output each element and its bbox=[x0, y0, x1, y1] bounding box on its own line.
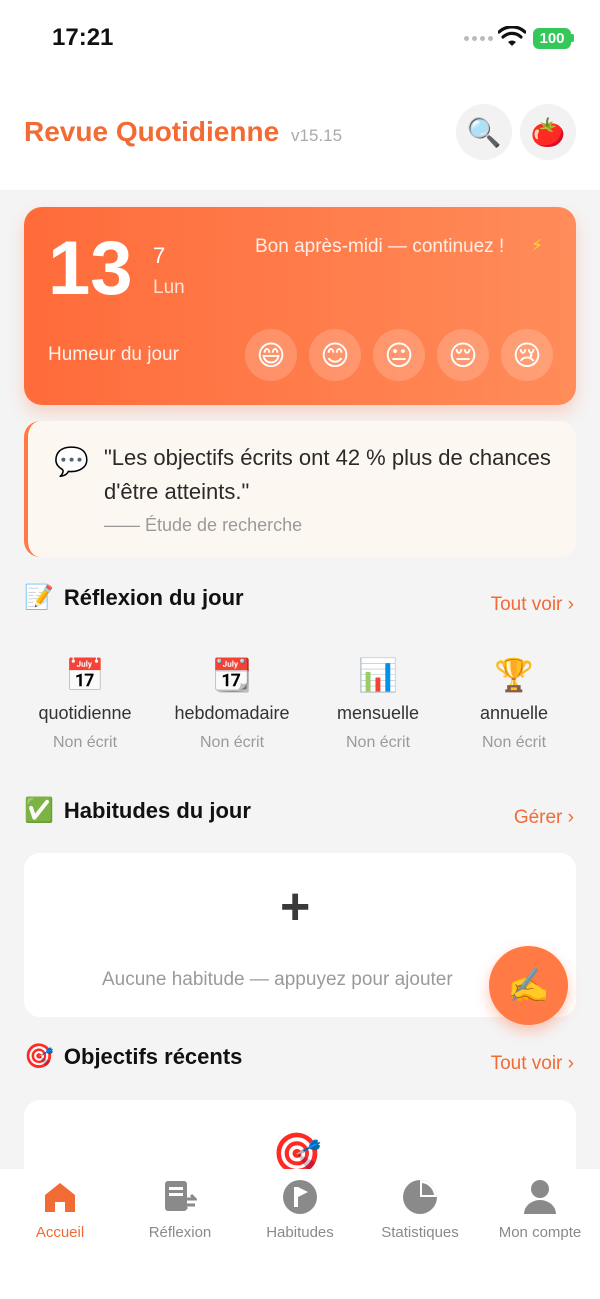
status-time: 17:21 bbox=[52, 24, 114, 51]
search-icon: 🔍 bbox=[466, 116, 502, 148]
tab-habits-label: Habitudes bbox=[266, 1224, 334, 1241]
tab-statistics[interactable]: Statistiques bbox=[360, 1177, 480, 1241]
speech-bubble-icon: 💬 bbox=[54, 446, 89, 477]
write-fab-button[interactable]: ✍️ bbox=[489, 946, 568, 1025]
tab-reflection[interactable]: Réflexion bbox=[120, 1177, 240, 1241]
mood-happy-button[interactable]: 😊 bbox=[309, 329, 361, 381]
tab-account-label: Mon compte bbox=[498, 1224, 582, 1241]
trophy-icon: 🏆 bbox=[494, 657, 534, 693]
mood-crying-button[interactable]: 😢 bbox=[501, 329, 553, 381]
reflection-monthly[interactable]: 📊 mensuelle Non écrit bbox=[303, 655, 453, 752]
tab-account[interactable]: Mon compte bbox=[480, 1177, 600, 1241]
mood-sad-button[interactable]: 😔 bbox=[437, 329, 489, 381]
date-mood-card: 13 7 Lun Bon après-midi — continuez ! ⚡ … bbox=[24, 207, 576, 405]
user-icon bbox=[520, 1177, 560, 1217]
writing-hand-icon: ✍️ bbox=[507, 966, 550, 1005]
goals-see-all-link[interactable]: Tout voir › bbox=[491, 1053, 574, 1075]
app-title: Revue Quotidienne bbox=[24, 116, 280, 147]
quote-card: 💬 "Les objectifs écrits ont 42 % plus de… bbox=[24, 421, 576, 557]
target-icon: 🎯 bbox=[24, 1043, 54, 1070]
mood-label: Humeur du jour bbox=[48, 344, 179, 365]
reflection-yearly-label: annuelle bbox=[479, 703, 549, 723]
reflection-icon bbox=[160, 1177, 200, 1217]
status-bar: 17:21 100 bbox=[0, 0, 600, 80]
reflection-yearly[interactable]: 🏆 annuelle Non écrit bbox=[439, 655, 589, 752]
mood-very-happy-button[interactable]: 😄 bbox=[245, 329, 297, 381]
bolt-icon: ⚡ bbox=[531, 236, 543, 255]
habits-section-title: ✅ Habitudes du jour bbox=[24, 796, 251, 825]
pie-chart-icon bbox=[400, 1177, 440, 1217]
calendar-icon: 📅 bbox=[65, 657, 105, 693]
habits-empty-text: Aucune habitude — appuyez pour ajouter bbox=[102, 969, 453, 990]
app-version: v15.15 bbox=[291, 126, 343, 145]
reflection-monthly-status: Non écrit bbox=[345, 734, 411, 751]
wifi-icon bbox=[498, 26, 526, 46]
goals-title: Objectifs récents bbox=[63, 1043, 243, 1069]
reflection-daily-status: Non écrit bbox=[52, 734, 118, 751]
reflection-weekly-label: hebdomadaire bbox=[174, 703, 290, 723]
hero-day: 13 bbox=[48, 226, 133, 311]
memo-icon: 📝 bbox=[24, 584, 54, 611]
signal-icon bbox=[464, 36, 493, 41]
reflection-monthly-label: mensuelle bbox=[336, 703, 420, 723]
reflection-yearly-status: Non écrit bbox=[481, 734, 547, 751]
reflection-daily[interactable]: 📅 quotidienne Non écrit bbox=[10, 655, 160, 752]
bottom-tab-bar: Accueil Réflexion Habitudes Statistiques… bbox=[0, 1169, 600, 1299]
reflection-see-all-link[interactable]: Tout voir › bbox=[491, 594, 574, 616]
habits-icon bbox=[280, 1177, 320, 1217]
quote-source: —— Étude de recherche bbox=[104, 515, 303, 535]
tab-home[interactable]: Accueil bbox=[0, 1177, 120, 1241]
tab-reflection-label: Réflexion bbox=[148, 1224, 212, 1241]
reflection-section-title: 📝 Réflexion du jour bbox=[24, 583, 244, 612]
spiral-calendar-icon: 📆 bbox=[212, 657, 252, 693]
check-mark-icon: ✅ bbox=[24, 797, 54, 824]
plus-icon: + bbox=[280, 878, 311, 936]
reflection-daily-label: quotidienne bbox=[38, 703, 132, 723]
hero-month: 7 bbox=[153, 243, 166, 268]
hero-weekday: Lun bbox=[153, 277, 185, 298]
quote-text: "Les objectifs écrits ont 42 % plus de c… bbox=[104, 445, 551, 504]
avatar-button[interactable]: 🍅 bbox=[520, 104, 576, 160]
reflection-weekly-status: Non écrit bbox=[199, 734, 265, 751]
battery-icon: 100 bbox=[533, 28, 571, 49]
reflection-grid: 📅 quotidienne Non écrit 📆 hebdomadaire N… bbox=[0, 655, 600, 765]
mood-neutral-button[interactable]: 😐 bbox=[373, 329, 425, 381]
app-header: Revue Quotidienne v15.15 🔍 🍅 bbox=[0, 80, 600, 190]
battery-nub bbox=[571, 34, 574, 42]
search-button[interactable]: 🔍 bbox=[456, 104, 512, 160]
reflection-title: Réflexion du jour bbox=[63, 584, 244, 610]
tab-statistics-label: Statistiques bbox=[381, 1224, 459, 1241]
tab-home-label: Accueil bbox=[35, 1224, 85, 1241]
home-icon bbox=[40, 1177, 80, 1217]
tomato-icon: 🍅 bbox=[530, 116, 566, 148]
reflection-weekly[interactable]: 📆 hebdomadaire Non écrit bbox=[157, 655, 307, 752]
tab-habits[interactable]: Habitudes bbox=[240, 1177, 360, 1241]
habits-title: Habitudes du jour bbox=[63, 797, 251, 823]
bar-chart-icon: 📊 bbox=[358, 657, 398, 693]
mood-selector: 😄 😊 😐 😔 😢 bbox=[245, 329, 553, 381]
greeting-text: Bon après-midi — continuez ! bbox=[255, 236, 505, 257]
habits-manage-link[interactable]: Gérer › bbox=[514, 807, 574, 829]
goals-section-title: 🎯 Objectifs récents bbox=[24, 1042, 242, 1071]
